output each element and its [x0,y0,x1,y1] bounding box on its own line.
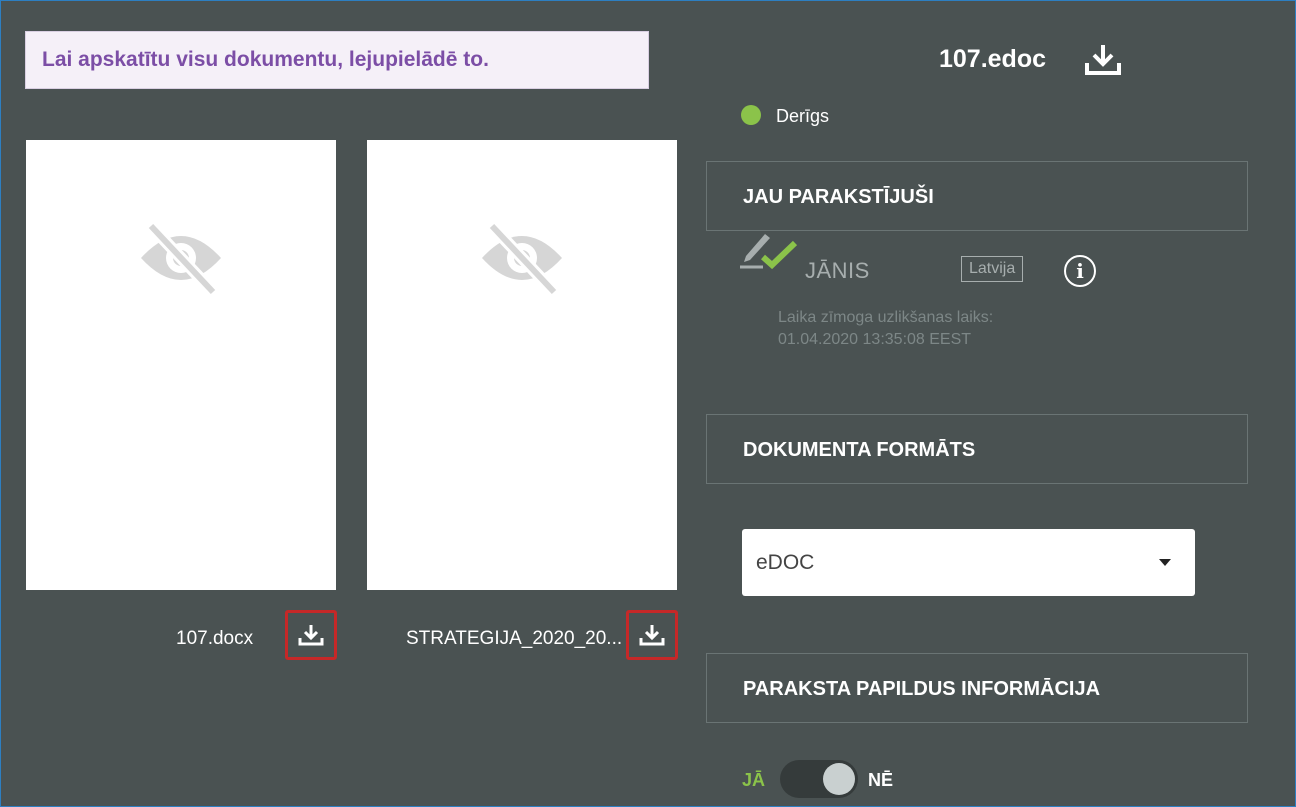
toggle-no-label: NĒ [868,770,894,790]
document-preview-card[interactable] [26,140,336,590]
document-name: 107.docx [176,628,254,649]
download-button[interactable] [285,610,337,660]
toggle-knob [823,763,855,795]
eye-off-icon [141,221,221,296]
dropdown-caret-icon [1159,559,1171,566]
download-icon [298,625,324,646]
timestamp-label: Laika zīmoga uzlikšanas laiks: [778,309,994,326]
additional-info-section-header: PARAKSTA PAPILDUS INFORMĀCIJA [706,653,1248,723]
signed-section-header: JAU PARAKSTĪJUŠI [706,161,1248,231]
container-title: 107.edoc [939,45,1047,73]
additional-info-toggle[interactable] [780,760,858,798]
document-preview-card[interactable] [367,140,677,590]
signed-pen-check-icon [740,234,798,270]
download-button[interactable] [626,610,678,660]
eye-off-icon [482,221,562,296]
country-badge: Latvija [961,256,1024,282]
timestamp-value: 01.04.2020 13:35:08 EEST [778,331,972,348]
download-icon [1085,45,1121,75]
info-icon: i [1076,259,1084,283]
container-download-button[interactable] [1083,42,1123,78]
toggle-yes-label: JĀ [742,770,766,790]
status-text: Derīgs [776,106,830,126]
download-notice: Lai apskatītu visu dokumentu, lejupielād… [25,31,649,89]
signer-info-button[interactable]: i [1064,255,1096,287]
signature-viewer-panel: Lai apskatītu visu dokumentu, lejupielād… [0,0,1296,807]
download-icon [639,625,665,646]
signer-name: JĀNIS [805,258,870,283]
format-section-header: DOKUMENTA FORMĀTS [706,414,1248,484]
format-select[interactable]: eDOC [742,529,1195,596]
format-selected-value: eDOC [756,551,815,574]
status-indicator [741,105,761,125]
document-name: STRATEGIJA_2020_20... [406,628,623,649]
